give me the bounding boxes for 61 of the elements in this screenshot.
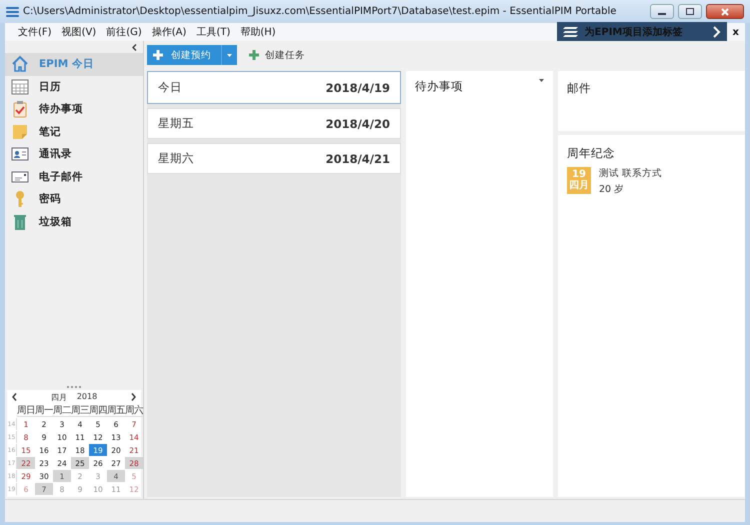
layers-icon [562, 26, 579, 38]
sticky-note-icon [11, 122, 29, 141]
weekday-label: 周二 [53, 404, 71, 417]
day-name: 星期五 [158, 116, 194, 131]
panel-title: 邮件 [567, 81, 591, 95]
app-logo-icon [6, 6, 19, 17]
plus-icon [153, 50, 163, 60]
maximize-button[interactable] [678, 4, 702, 19]
sidebar-item[interactable]: 日历 [5, 76, 143, 98]
plus-icon [249, 50, 259, 60]
year-label[interactable]: 2018 [76, 392, 98, 402]
clipboard-check-icon [11, 100, 29, 118]
close-banner-button[interactable]: x [726, 26, 745, 38]
weekday-label: 周一 [35, 404, 53, 417]
dropdown-caret-icon[interactable] [227, 54, 232, 56]
sidebar-item[interactable]: 笔记 [5, 120, 143, 143]
minimize-button[interactable] [650, 4, 674, 19]
date-badge: 19 四月 [567, 167, 591, 194]
menu-item[interactable]: 视图(V) [56, 23, 102, 41]
chevron-right-icon [712, 26, 721, 38]
weekday-label: 周日 [17, 404, 35, 417]
day-date: 2018/4/20 [326, 116, 390, 130]
trash-icon [11, 212, 29, 231]
prev-month-icon[interactable] [12, 393, 17, 401]
close-button[interactable] [706, 4, 744, 19]
day-row[interactable]: 星期五 2018/4/20 [147, 108, 401, 139]
menu-item[interactable]: 文件(F) [13, 23, 57, 41]
day-date: 2018/4/19 [326, 80, 390, 94]
menu-item[interactable]: 工具(T) [191, 23, 236, 41]
weekday-label: 周六 [125, 404, 143, 417]
day-row[interactable]: 今日 2018/4/19 [147, 71, 401, 104]
window-title: C:\Users\Administrator\Desktop\essentialpim_Jisuxz.com\EssentialPIMPort7\Database\test.epim - EssentialPIM Portable [23, 6, 618, 17]
contact-card-icon [11, 145, 29, 164]
next-month-icon[interactable] [130, 393, 136, 401]
menu-item[interactable]: 帮助(H) [235, 23, 281, 41]
weekday-label: 周四 [89, 404, 107, 417]
maximize-icon [686, 8, 694, 15]
sidebar-item[interactable]: 电子邮件 [5, 166, 143, 188]
menu-item[interactable]: 前往(G) [101, 23, 147, 41]
panel-title: 周年纪念 [567, 146, 615, 160]
weekday-label: 周五 [107, 404, 125, 417]
collapse-icon[interactable] [132, 44, 137, 50]
age-label: 20 岁 [599, 183, 626, 196]
sidebar-item[interactable]: 通讯录 [5, 143, 143, 166]
weekday-label: 周三 [71, 404, 89, 417]
sidebar-item[interactable]: 垃圾箱 [5, 210, 143, 233]
day-name: 星期六 [158, 151, 194, 166]
contact-name[interactable]: 测试 联系方式 [599, 167, 662, 180]
home-icon [11, 55, 29, 74]
day-date: 2018/4/21 [326, 152, 390, 166]
day-row[interactable]: 星期六 2018/4/21 [147, 143, 401, 174]
calendar-icon [11, 78, 29, 96]
sidebar-item[interactable]: 待办事项 [5, 98, 143, 120]
dropdown-caret-icon[interactable] [539, 79, 544, 82]
sidebar-item[interactable]: 密码 [5, 188, 143, 210]
day-name: 今日 [158, 80, 182, 95]
panel-title: 待办事项 [415, 79, 463, 94]
close-icon [721, 8, 729, 16]
month-label[interactable]: 四月 [50, 392, 67, 402]
new-task-button[interactable]: 创建任务 [245, 45, 309, 65]
menu-item[interactable]: 操作(A) [146, 23, 192, 41]
